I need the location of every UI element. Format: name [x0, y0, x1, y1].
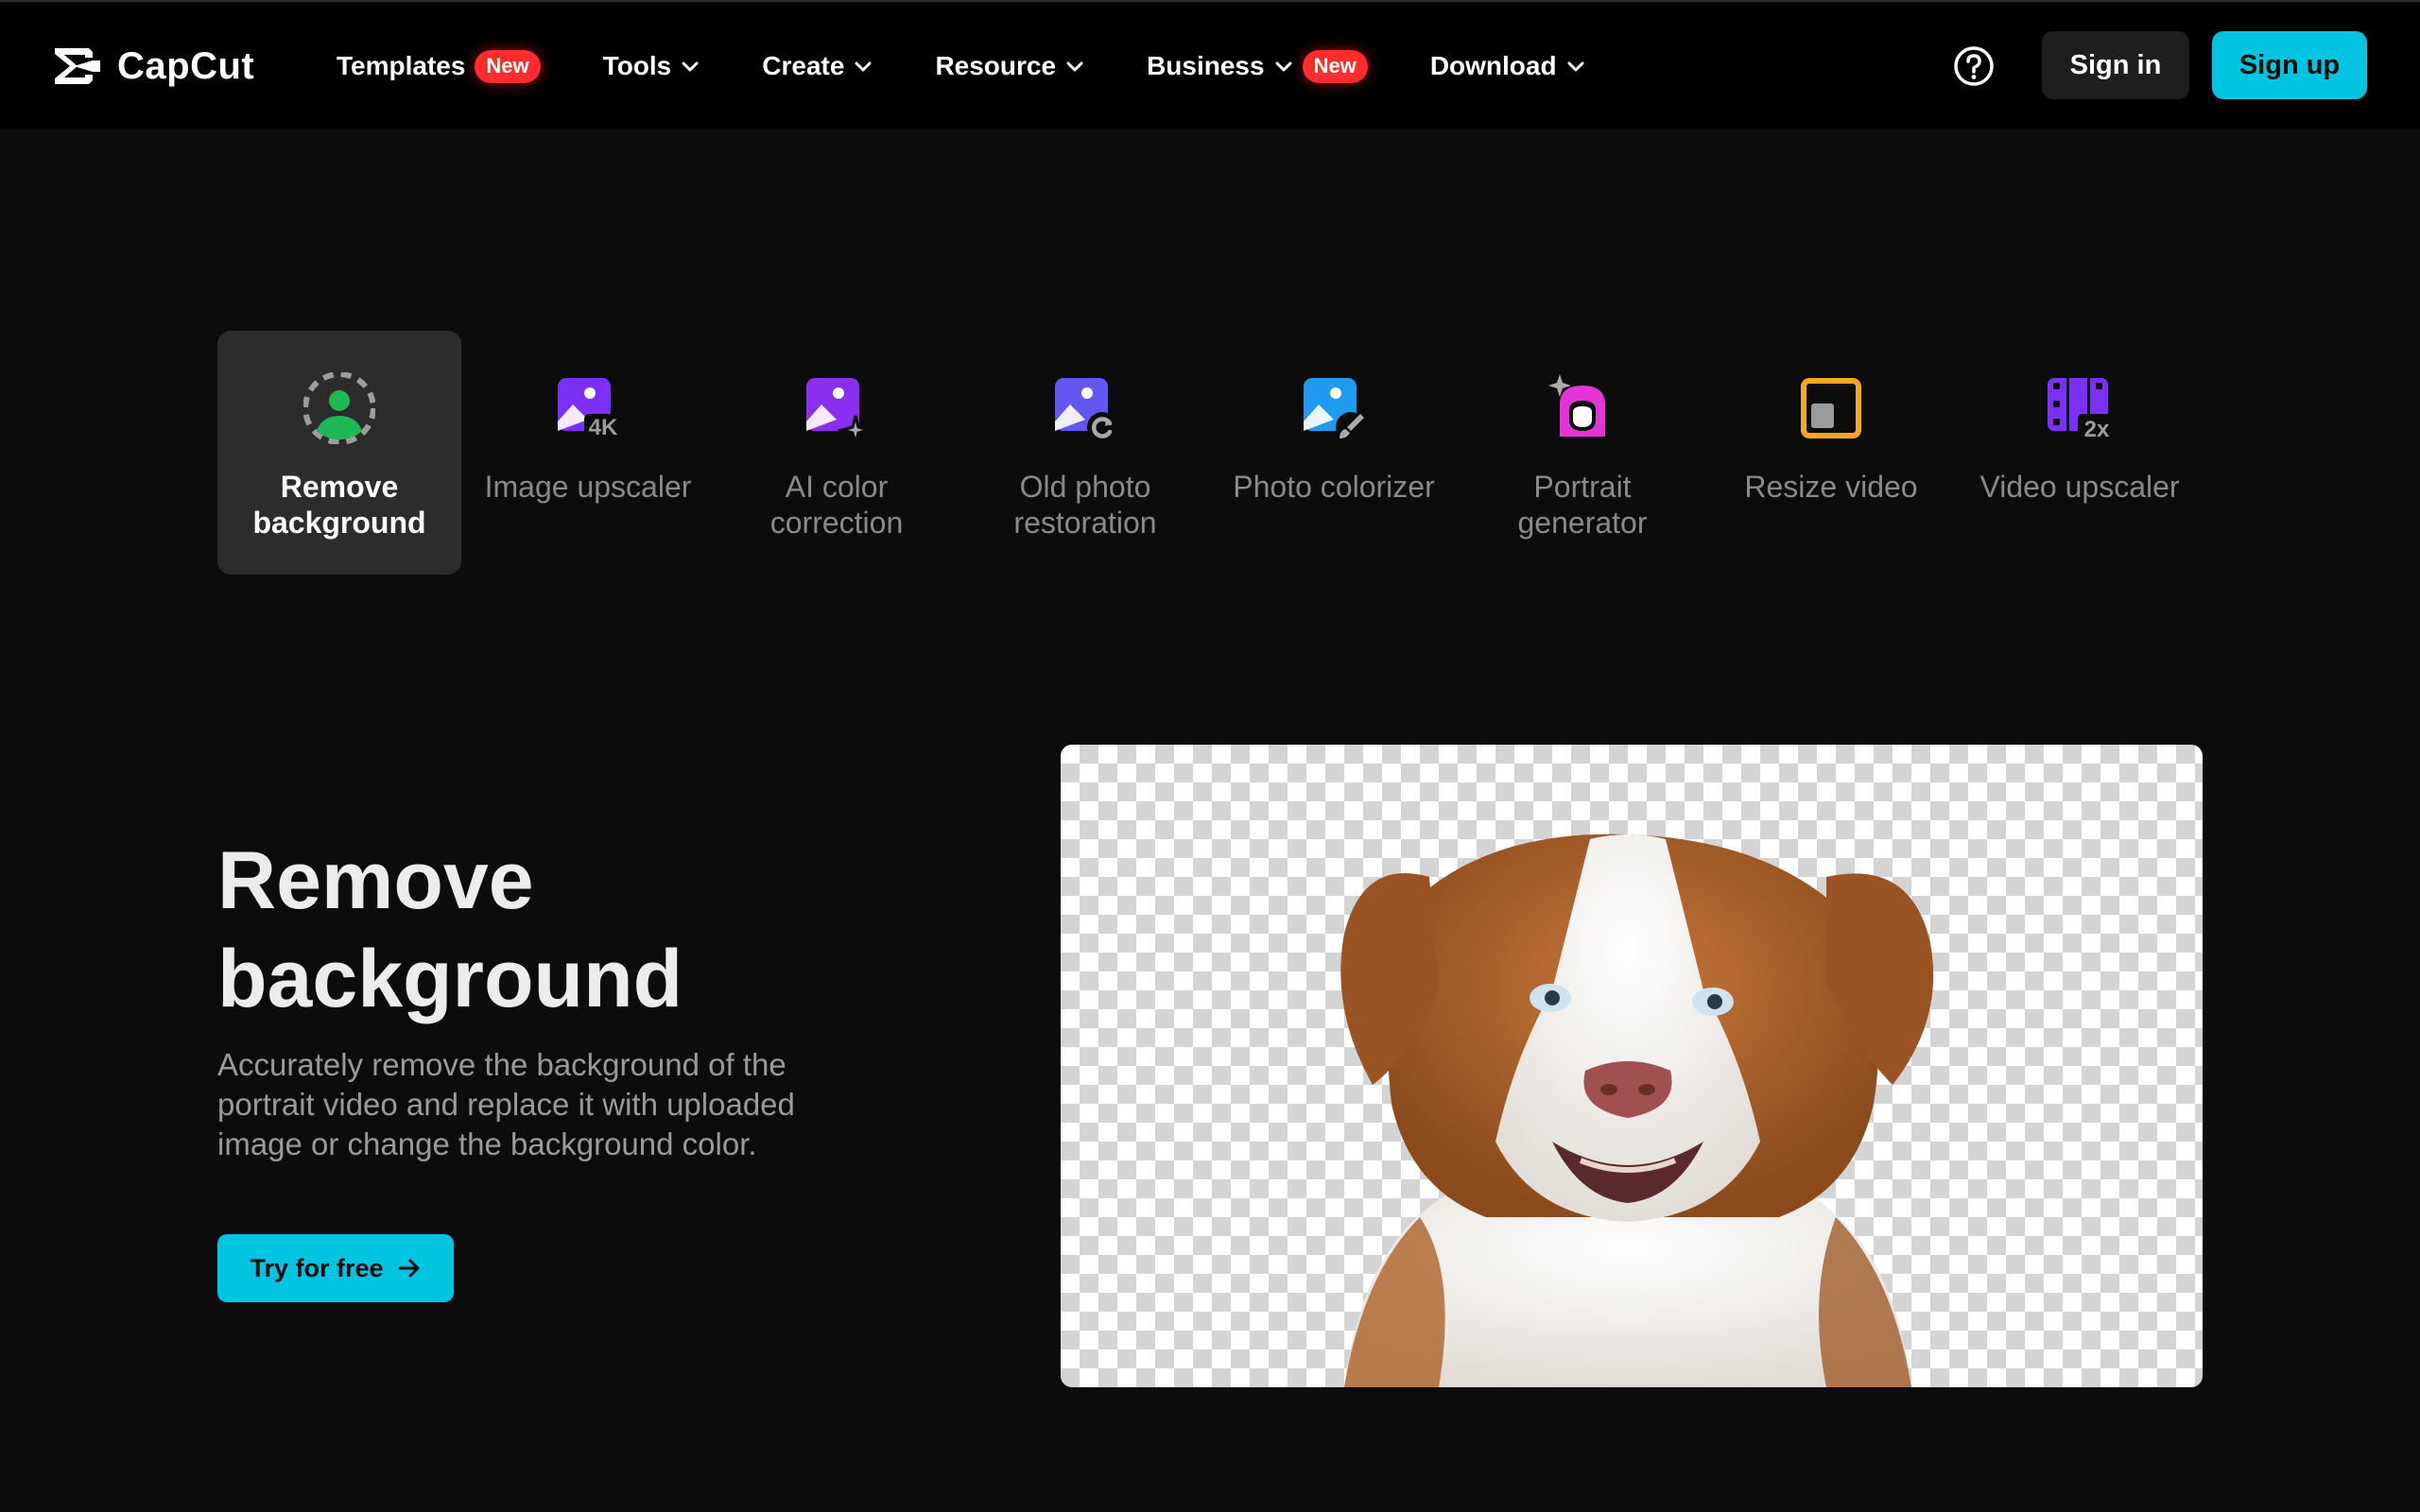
remove-background-icon — [303, 372, 375, 444]
nav-business-label: Business — [1147, 51, 1265, 80]
nav-create-label: Create — [762, 51, 845, 80]
tool-tab-ai-color-correction[interactable]: AI color correction — [715, 331, 959, 575]
ai-color-correction-icon — [806, 378, 873, 444]
main-nav: Templates New Tools Create Resource Busi… — [337, 40, 1648, 93]
nav-download[interactable]: Download — [1430, 51, 1585, 81]
old-photo-restoration-icon — [1055, 378, 1117, 442]
tool-tab-video-upscaler[interactable]: 2x Video upscaler — [1958, 331, 2202, 575]
portrait-generator-icon — [1548, 374, 1605, 437]
capcut-logo[interactable]: CapCut — [51, 42, 254, 91]
new-badge: New — [1302, 49, 1368, 83]
sign-up-button[interactable]: Sign up — [2212, 31, 2367, 99]
tool-label: AI color correction — [769, 470, 904, 540]
tool-tab-resize-video[interactable]: Resize video — [1709, 331, 1953, 575]
chevron-down-icon — [1066, 61, 1083, 72]
tool-tab-portrait-generator[interactable]: Portrait generator — [1461, 331, 1704, 575]
demo-preview-image — [1061, 745, 2203, 1387]
hero-title: Remove background — [217, 835, 683, 1024]
image-upscaler-icon: 4K — [558, 378, 622, 440]
nav-resource[interactable]: Resource — [935, 51, 1084, 81]
nav-tools[interactable]: Tools — [603, 51, 700, 81]
video-upscaler-icon: 2x — [2048, 378, 2116, 442]
dog-cutout-illustration — [1340, 833, 1934, 1387]
nav-templates-label: Templates — [337, 51, 466, 80]
tool-label: Resize video — [1744, 470, 1918, 504]
tool-label: Portrait generator — [1517, 470, 1648, 540]
brand-name: CapCut — [117, 44, 255, 87]
chevron-down-icon — [1275, 61, 1292, 72]
tool-tab-image-upscaler[interactable]: 4K Image upscaler — [466, 331, 710, 575]
tool-tabs: Remove background 4K Image upscaler AI c… — [217, 331, 2206, 575]
tool-label: Video upscaler — [1979, 470, 2180, 504]
nav-download-label: Download — [1429, 51, 1557, 80]
photo-colorizer-icon — [1304, 378, 1366, 442]
arrow-right-icon — [398, 1259, 420, 1278]
hero-description: Accurately remove the background of the … — [217, 1047, 795, 1161]
chevron-down-icon — [855, 61, 872, 72]
sign-in-button[interactable]: Sign in — [2042, 31, 2189, 99]
resize-video-icon — [1801, 378, 1861, 438]
nav-templates[interactable]: Templates New — [337, 49, 541, 83]
tool-label: Remove background — [252, 470, 426, 540]
tool-tab-remove-background[interactable]: Remove background — [217, 331, 461, 575]
chevron-down-icon — [1567, 61, 1584, 72]
nav-tools-label: Tools — [602, 51, 672, 80]
tool-tab-old-photo-restoration[interactable]: Old photo restoration — [963, 331, 1207, 575]
nav-resource-label: Resource — [935, 51, 1057, 80]
top-navigation-bar: CapCut Templates New Tools Create Resour… — [0, 0, 2420, 129]
tool-label: Old photo restoration — [1013, 470, 1157, 540]
tool-tab-photo-colorizer[interactable]: Photo colorizer — [1212, 331, 1456, 575]
capcut-logo-icon — [55, 48, 100, 84]
nav-create[interactable]: Create — [762, 51, 873, 81]
chevron-down-icon — [682, 61, 699, 72]
new-badge: New — [475, 49, 541, 83]
tool-label: Photo colorizer — [1233, 470, 1435, 504]
tool-label: Image upscaler — [484, 470, 692, 504]
try-for-free-button[interactable]: Try for free — [217, 1234, 454, 1302]
try-for-free-label: Try for free — [250, 1253, 384, 1282]
nav-business[interactable]: Business New — [1147, 49, 1368, 83]
svg-text:2x: 2x — [2084, 417, 2110, 442]
svg-text:4K: 4K — [589, 415, 618, 440]
help-icon[interactable] — [1953, 45, 1995, 87]
